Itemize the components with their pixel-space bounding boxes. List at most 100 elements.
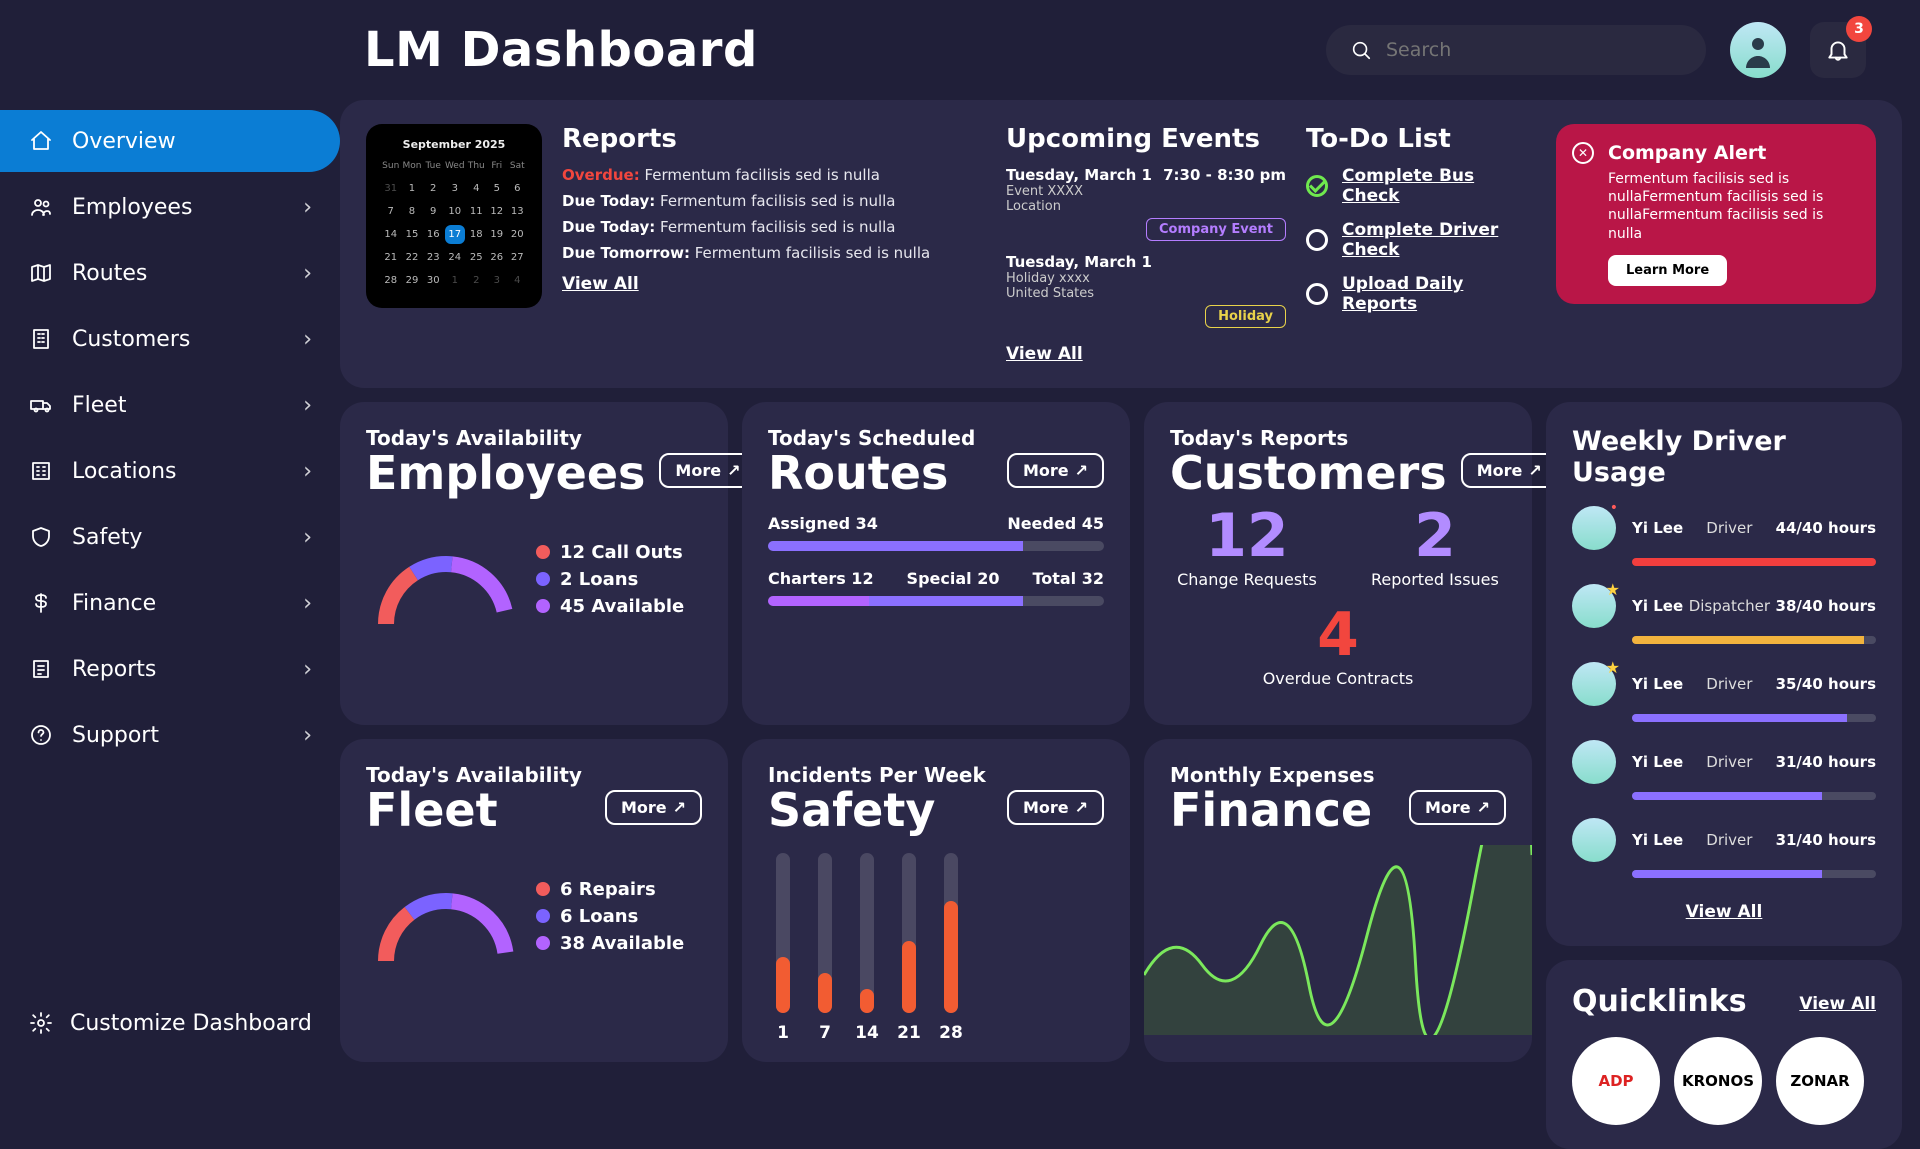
todo-item[interactable]: Upload Daily Reports: [1306, 274, 1536, 314]
sidebar-item-safety[interactable]: Safety›: [0, 506, 340, 568]
driver-usage-card: Weekly Driver Usage •Yi LeeDriver44/40 h…: [1546, 402, 1902, 946]
chevron-right-icon: ›: [303, 393, 312, 418]
close-icon[interactable]: ✕: [1572, 142, 1594, 164]
event-item[interactable]: Tuesday, March 1Holiday xxxxUnited State…: [1006, 253, 1286, 328]
reports-view-all[interactable]: View All: [562, 274, 639, 294]
driver-row[interactable]: Yi LeeDriver31/40 hours: [1572, 740, 1876, 800]
routes-bar-1: [768, 541, 1104, 551]
checkbox-icon[interactable]: [1306, 229, 1328, 251]
events-view-all[interactable]: View All: [1006, 344, 1083, 364]
sidebar-item-support[interactable]: Support ›: [0, 704, 340, 766]
sidebar-item-locations[interactable]: Locations ›: [0, 440, 340, 502]
sidebar-item-employees[interactable]: Employees›: [0, 176, 340, 238]
todo-column: To-Do List Complete Bus Check Complete Dr…: [1306, 124, 1536, 328]
todo-item[interactable]: Complete Bus Check: [1306, 166, 1536, 206]
sidebar-item-customers[interactable]: Customers›: [0, 308, 340, 370]
routes-more[interactable]: More ↗: [1007, 453, 1104, 488]
driver-bar: [1632, 558, 1876, 566]
customize-dashboard[interactable]: Customize Dashboard: [0, 990, 340, 1056]
person-icon: [1738, 30, 1778, 70]
chevron-right-icon: ›: [303, 591, 312, 616]
driver-usage-title: Weekly Driver Usage: [1572, 426, 1876, 488]
driver-row[interactable]: •Yi LeeDriver44/40 hours: [1572, 506, 1876, 566]
alert-title: Company Alert: [1576, 142, 1856, 164]
sidebar-item-finance[interactable]: Finance›: [0, 572, 340, 634]
todo-item[interactable]: Complete Driver Check: [1306, 220, 1536, 260]
mini-calendar[interactable]: September 2025 SunMonTueWedThuFriSat3112…: [366, 124, 542, 308]
quicklink-zonar[interactable]: ZONAR: [1776, 1037, 1864, 1125]
customers-more[interactable]: More ↗: [1461, 453, 1558, 488]
star-icon: ★: [1606, 580, 1620, 599]
chevron-right-icon: ›: [303, 723, 312, 748]
safety-bars: 17142128: [768, 853, 1104, 1013]
search-box[interactable]: [1326, 25, 1706, 75]
employees-card: Today's AvailabilityEmployeesMore ↗ 12 C…: [340, 402, 728, 725]
chevron-right-icon: ›: [303, 459, 312, 484]
change-requests-label: Change Requests: [1177, 570, 1317, 589]
finance-more[interactable]: More ↗: [1409, 790, 1506, 825]
quicklink-adp[interactable]: ADP: [1572, 1037, 1660, 1125]
search-icon: [1350, 39, 1372, 61]
finance-chart: [1144, 845, 1532, 1035]
checkbox-icon[interactable]: [1306, 283, 1328, 305]
safety-bar: 14: [860, 853, 874, 1013]
building2-icon: [28, 458, 54, 484]
quicklinks-title: Quicklinks: [1572, 984, 1747, 1019]
sidebar-item-overview[interactable]: Overview: [0, 110, 340, 172]
home-icon: [28, 128, 54, 154]
routes-title: Routes: [768, 450, 993, 496]
driver-bar: [1632, 636, 1876, 644]
employees-title: Employees: [366, 450, 645, 496]
arrow-icon: ↗: [673, 798, 686, 817]
safety-bar: 28: [944, 853, 958, 1013]
drivers-view-all[interactable]: View All: [1686, 902, 1763, 922]
sidebar-item-reports[interactable]: Reports›: [0, 638, 340, 700]
overdue-contracts-label: Overdue Contracts: [1170, 669, 1506, 688]
sidebar-label: Customers: [72, 327, 190, 352]
safety-bar: 1: [776, 853, 790, 1013]
event-tag: Company Event: [1146, 218, 1286, 241]
quicklinks-card: Quicklinks View All ADPKRONOSZONAR: [1546, 960, 1902, 1149]
sidebar-label: Support: [72, 723, 159, 748]
driver-row[interactable]: Yi LeeDriver31/40 hours: [1572, 818, 1876, 878]
event-item[interactable]: Tuesday, March 17:30 - 8:30 pmEvent XXXX…: [1006, 166, 1286, 241]
sidebar-item-routes[interactable]: Routes›: [0, 242, 340, 304]
alert-learn-more[interactable]: Learn More: [1608, 255, 1727, 286]
chevron-right-icon: ›: [303, 525, 312, 550]
legend-item: 6 Repairs: [536, 879, 684, 900]
avatar[interactable]: [1730, 22, 1786, 78]
sidebar-label: Reports: [72, 657, 156, 682]
events-heading: Upcoming Events: [1006, 124, 1286, 154]
routes-card: Today's ScheduledRoutesMore ↗ Assigned 3…: [742, 402, 1130, 725]
safety-bar: 21: [902, 853, 916, 1013]
safety-bar: 7: [818, 853, 832, 1013]
overdue-contracts-count: 4: [1170, 605, 1506, 665]
driver-bar: [1632, 870, 1876, 878]
event-tag: Holiday: [1205, 305, 1286, 328]
quicklink-kronos[interactable]: KRONOS: [1674, 1037, 1762, 1125]
quicklinks-view-all[interactable]: View All: [1799, 994, 1876, 1014]
report-line: Due Today: Fermentum facilisis sed is nu…: [562, 192, 986, 210]
company-alert: ✕ Company Alert Fermentum facilisis sed …: [1556, 124, 1876, 304]
fleet-more[interactable]: More ↗: [605, 790, 702, 825]
help-icon: [28, 722, 54, 748]
chevron-right-icon: ›: [303, 261, 312, 286]
gear-icon: [28, 1010, 54, 1036]
legend-item: 2 Loans: [536, 569, 684, 590]
sidebar-item-fleet[interactable]: Fleet›: [0, 374, 340, 436]
sidebar-label: Locations: [72, 459, 177, 484]
search-input[interactable]: [1386, 39, 1682, 61]
map-icon: [28, 260, 54, 286]
checkbox-icon[interactable]: [1306, 175, 1328, 197]
safety-more[interactable]: More ↗: [1007, 790, 1104, 825]
sidebar-label: Employees: [72, 195, 192, 220]
safety-title: Safety: [768, 787, 993, 833]
driver-row[interactable]: ★Yi LeeDispatcher38/40 hours: [1572, 584, 1876, 644]
routes-charters: Charters 12: [768, 569, 874, 588]
todo-heading: To-Do List: [1306, 124, 1536, 154]
reported-issues-label: Reported Issues: [1371, 570, 1499, 589]
driver-row[interactable]: ★Yi LeeDriver35/40 hours: [1572, 662, 1876, 722]
truck-icon: [28, 392, 54, 418]
notifications-button[interactable]: 3: [1810, 22, 1866, 78]
arrow-icon: ↗: [1477, 798, 1490, 817]
